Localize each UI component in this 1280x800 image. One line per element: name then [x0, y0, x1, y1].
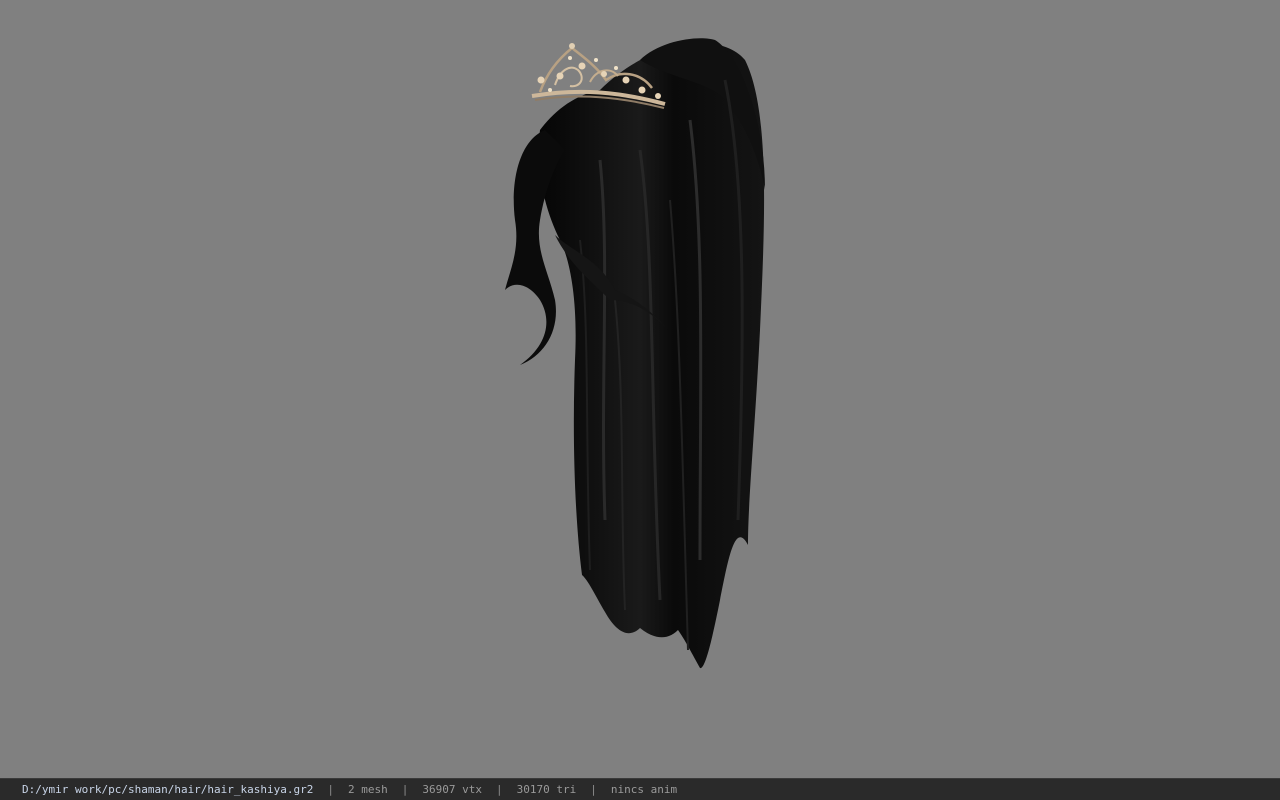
hair-model-render	[505, 38, 765, 669]
file-path: D:/ymir work/pc/shaman/hair/hair_kashiya…	[22, 783, 314, 796]
status-bar: D:/ymir work/pc/shaman/hair/hair_kashiya…	[0, 778, 1280, 800]
mesh-count: 2 mesh	[348, 783, 388, 796]
3d-viewport[interactable]	[0, 0, 1280, 778]
separator: |	[590, 783, 597, 796]
vertex-count: 36907 vtx	[422, 783, 483, 796]
separator: |	[327, 783, 335, 796]
animation-status: nincs anim	[610, 783, 678, 796]
separator: |	[496, 783, 503, 796]
hair-mesh	[505, 38, 765, 669]
triangle-count: 30170 tri	[516, 783, 577, 796]
separator: |	[401, 783, 409, 796]
